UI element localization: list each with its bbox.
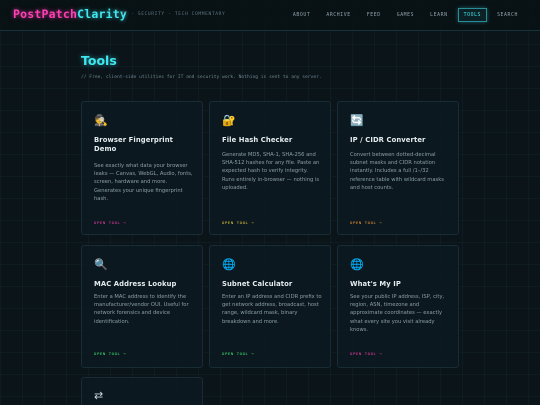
open-tool-link[interactable]: OPEN TOOL →: [222, 220, 254, 225]
refresh-icon: 🔄: [350, 114, 364, 127]
tool-card-title: IP / CIDR Converter: [350, 136, 426, 144]
nav-learn[interactable]: LEARN: [424, 8, 453, 22]
nav-archive[interactable]: ARCHIVE: [320, 8, 356, 22]
arrows-icon: ⇄: [94, 389, 104, 402]
tool-card-title: MAC Address Lookup: [94, 280, 177, 288]
tool-card-description: Enter an IP address and CIDR prefix to g…: [222, 294, 322, 325]
page-title: Tools: [81, 53, 117, 68]
tool-card-description: See your public IP address, ISP, city, r…: [350, 294, 445, 333]
magnifier-icon: 🔍: [94, 258, 108, 271]
tool-card-title: What's My IP: [350, 280, 401, 288]
lock-icon: 🔐: [222, 114, 236, 127]
open-tool-link[interactable]: OPEN TOOL →: [350, 351, 382, 356]
detective-icon: 🕵: [94, 114, 108, 127]
tool-card-description: Enter a MAC address to identify the manu…: [94, 294, 189, 325]
open-tool-link[interactable]: OPEN TOOL →: [222, 351, 254, 356]
open-tool-link[interactable]: OPEN TOOL →: [94, 351, 126, 356]
logo-part-1[interactable]: PostPatch: [13, 7, 77, 21]
page-subtitle: // Free, client-side utilities for IT an…: [81, 75, 322, 80]
open-tool-link[interactable]: OPEN TOOL →: [350, 220, 382, 225]
tool-card-description: See exactly what data your browser leaks…: [94, 163, 193, 202]
tool-card[interactable]: 🔐 File Hash Checker Generate MD5, SHA-1,…: [209, 101, 331, 235]
tool-card-title: Browser Fingerprint Demo: [94, 136, 174, 153]
nav-about[interactable]: ABOUT: [287, 8, 316, 22]
nav-feed[interactable]: FEED: [361, 8, 387, 22]
tool-card[interactable]: 🌐 What's My IP See your public IP addres…: [337, 245, 459, 368]
tool-card-description: Convert between dotted-decimal subnet ma…: [350, 152, 444, 191]
tool-card[interactable]: 🕵 Browser Fingerprint Demo See exactly w…: [81, 101, 203, 235]
open-tool-link[interactable]: OPEN TOOL →: [94, 220, 126, 225]
tool-card[interactable]: ⇄: [81, 377, 203, 405]
tool-card-description: Generate MD5, SHA-1, SHA-256 and SHA-512…: [222, 152, 320, 191]
globe-icon: 🌐: [350, 258, 364, 271]
logo-part-2[interactable]: Clarity: [77, 7, 127, 21]
tool-card[interactable]: 🔄 IP / CIDR Converter Convert between do…: [337, 101, 459, 235]
tool-card[interactable]: 🔍 MAC Address Lookup Enter a MAC address…: [81, 245, 203, 368]
nav-games[interactable]: GAMES: [391, 8, 420, 22]
site-logo[interactable]: PostPatchClarity: [13, 7, 127, 21]
site-tagline: IT · SECURITY · TECH COMMENTARY: [121, 12, 226, 17]
site-header: PostPatchClarity IT · SECURITY · TECH CO…: [0, 0, 540, 31]
tool-card[interactable]: 🌐 Subnet Calculator Enter an IP address …: [209, 245, 331, 368]
main-nav: ABOUT ARCHIVE FEED GAMES LEARN TOOLS SEA…: [287, 8, 524, 22]
nav-tools[interactable]: TOOLS: [457, 8, 488, 22]
nav-search[interactable]: SEARCH: [491, 8, 524, 22]
tool-card-title: File Hash Checker: [222, 136, 293, 144]
globe-icon: 🌐: [222, 258, 236, 271]
tool-card-title: Subnet Calculator: [222, 280, 293, 288]
